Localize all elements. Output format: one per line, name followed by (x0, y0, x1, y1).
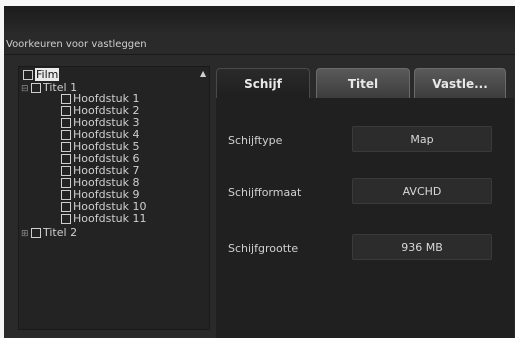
disc-structure-tree[interactable]: ▲ Film ⊟ Titel 1 Hoofdstuk 1 Hoofdstuk 2 … (18, 66, 210, 330)
schijfformaat-label: Schijfformaat (228, 186, 302, 199)
checkbox-icon[interactable] (61, 130, 71, 140)
expand-icon[interactable]: ⊞ (21, 228, 29, 240)
schijfgrootte-label: Schijfgrootte (228, 242, 299, 255)
tab-schijf[interactable]: Schijf (216, 68, 310, 98)
tree-item-chapter[interactable]: Hoofdstuk 11 (61, 213, 146, 225)
window-frame: Voorkeuren voor vastleggen ▲ Film ⊟ Titel… (4, 6, 515, 338)
tree-item-label: Film (35, 68, 60, 81)
checkbox-icon[interactable] (61, 166, 71, 176)
tree-item-label: Titel 2 (43, 226, 78, 239)
top-toolbar (4, 6, 515, 34)
checkbox-icon[interactable] (31, 228, 41, 238)
tree-item-film[interactable]: Film (23, 68, 60, 81)
panel-title: Voorkeuren voor vastleggen (6, 39, 147, 50)
schijftype-field[interactable]: Map (352, 126, 492, 152)
settings-tabs: Schijf Titel Vastle... (216, 68, 514, 98)
checkbox-icon[interactable] (61, 178, 71, 188)
tree-item-title2[interactable]: ⊞ Titel 2 (21, 226, 78, 240)
scroll-up-icon[interactable]: ▲ (200, 69, 207, 78)
tab-vastleggen[interactable]: Vastle... (414, 68, 506, 98)
tab-content: Schijftype Map Schijfformaat AVCHD Schij… (216, 98, 514, 338)
schijfformaat-field[interactable]: AVCHD (352, 178, 492, 204)
checkbox-icon[interactable] (61, 202, 71, 212)
checkbox-icon[interactable] (61, 94, 71, 104)
checkbox-icon[interactable] (61, 190, 71, 200)
tree-item-label: Hoofdstuk 11 (73, 212, 147, 225)
tab-titel[interactable]: Titel (316, 68, 410, 98)
checkbox-icon[interactable] (61, 154, 71, 164)
checkbox-icon[interactable] (23, 70, 33, 80)
checkbox-icon[interactable] (61, 142, 71, 152)
checkbox-icon[interactable] (61, 214, 71, 224)
schijfgrootte-field[interactable]: 936 MB (352, 234, 492, 260)
checkbox-icon[interactable] (31, 83, 41, 93)
checkbox-icon[interactable] (61, 106, 71, 116)
collapse-icon[interactable]: ⊟ (21, 83, 29, 95)
checkbox-icon[interactable] (61, 118, 71, 128)
schijftype-label: Schijftype (228, 134, 283, 147)
title-divider (4, 54, 515, 55)
